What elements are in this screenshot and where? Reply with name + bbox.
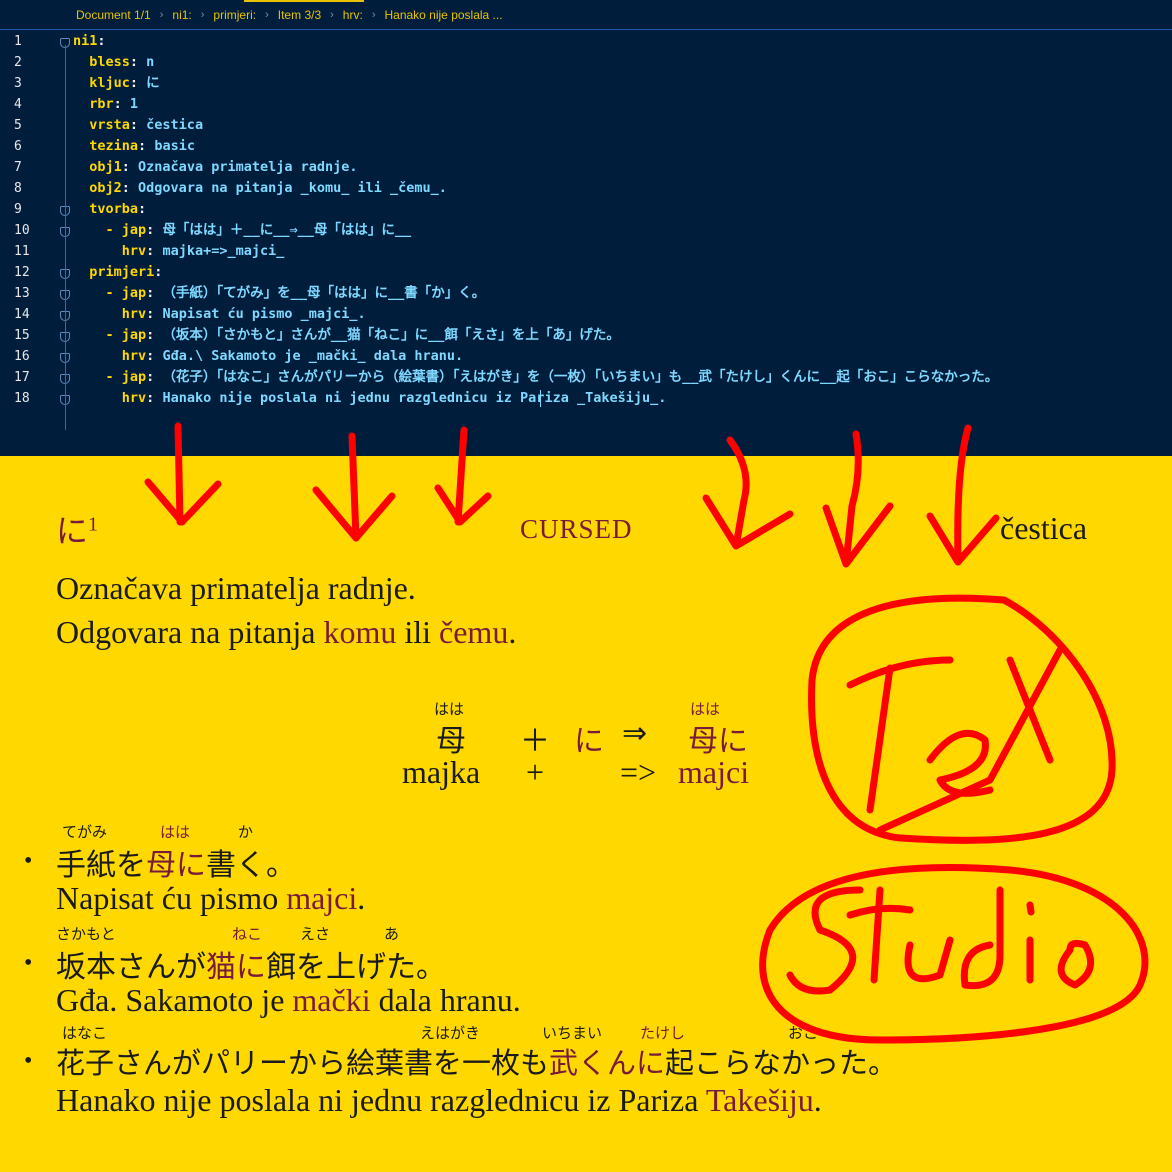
example-hr: Napisat ću pismo majci. xyxy=(56,880,366,916)
code-line[interactable]: rbr: 1 xyxy=(73,94,138,115)
code-line[interactable]: vrsta: čestica xyxy=(73,115,203,136)
code-line[interactable]: tezina: basic xyxy=(73,136,195,157)
definition-2: Odgovara na pitanja komu ili čemu. xyxy=(56,614,517,650)
bullet-icon: • xyxy=(24,1048,33,1074)
code-line[interactable]: - jap: 母「はは」＋__に__⇒__母「はは」に__ xyxy=(73,220,412,241)
pdf-preview: に1 CURSED čestica Označava primatelja ra… xyxy=(0,456,1172,1172)
formula-arrow: ⇒ xyxy=(622,716,648,751)
code-line[interactable]: tvorba: xyxy=(73,199,154,220)
ruby: ねこ xyxy=(232,925,263,943)
code-line[interactable]: hrv: Hanako nije poslala ni jednu razgle… xyxy=(73,388,667,409)
ruby: か xyxy=(238,823,254,841)
breadcrumb-hrv[interactable]: hrv: xyxy=(343,8,363,22)
formula-ni: に xyxy=(574,724,604,759)
line-number: 12 xyxy=(14,265,30,280)
breadcrumb-separator-icon: › xyxy=(200,8,205,21)
line-number: 16 xyxy=(14,349,30,364)
fold-guide xyxy=(65,45,66,430)
code-line[interactable]: - jap: （花子）「はなこ」さんがパリーから（絵葉書）「えはがき」を（一枚）… xyxy=(73,367,999,388)
breadcrumb-item[interactable]: Item 3/3 xyxy=(278,8,321,22)
bullet-icon: • xyxy=(24,950,33,976)
breadcrumb: Document 1/1 › ni1: › primjeri: › Item 3/3 ›… xyxy=(0,0,1172,30)
code-line[interactable]: primjeri: xyxy=(73,262,171,283)
example-jp: 坂本さんが猫に餌を上げた。 xyxy=(56,950,446,985)
breadcrumb-active-indicator xyxy=(244,0,364,2)
code-line[interactable]: hrv: majka+=>_majci_ xyxy=(73,241,285,262)
line-number: 18 xyxy=(14,391,30,406)
breadcrumb-separator-icon: › xyxy=(371,8,376,21)
text-cursor xyxy=(540,390,541,407)
line-number: 10 xyxy=(14,223,30,238)
example-jp: 手紙を母に書く。 xyxy=(56,848,296,883)
breadcrumb-primjeri[interactable]: primjeri: xyxy=(213,8,256,22)
formula-hr-arrow: => xyxy=(620,754,657,790)
formula-hr-plus: + xyxy=(526,754,545,790)
ruby: えさ xyxy=(300,925,331,943)
code-line[interactable]: obj1: Označava primatelja radnje. xyxy=(73,157,357,178)
code-line[interactable]: kljuc: に xyxy=(73,73,159,94)
breadcrumb-ni1[interactable]: ni1: xyxy=(172,8,191,22)
code-line[interactable]: obj2: Odgovara na pitanja _komu_ ili _če… xyxy=(73,178,447,199)
line-number: 7 xyxy=(14,160,22,175)
breadcrumb-separator-icon: › xyxy=(159,8,164,21)
line-number: 14 xyxy=(14,307,30,322)
breadcrumb-document[interactable]: Document 1/1 xyxy=(76,8,151,22)
line-number: 17 xyxy=(14,370,30,385)
code-line[interactable]: - jap: （坂本）「さかもと」さんが__猫「ねこ」に__餌「えさ」を上「あ」… xyxy=(73,325,620,346)
code-line[interactable]: hrv: Gđa.\ Sakamoto je _mački_ dala hran… xyxy=(73,346,463,367)
headword: に1 xyxy=(56,512,99,550)
example-jp: 花子さんがパリーから絵葉書を一枚も武くんに起こらなかった。 xyxy=(56,1046,898,1080)
definition-1: Označava primatelja radnje. xyxy=(56,570,416,606)
ruby: はは xyxy=(160,823,191,841)
code-line[interactable]: hrv: Napisat ću pismo _majci_. xyxy=(73,304,366,325)
code-line[interactable]: ni1: xyxy=(73,31,114,52)
formula-hr-result: majci xyxy=(678,754,750,790)
breadcrumb-separator-icon: › xyxy=(265,8,269,21)
example-hr: Gđa. Sakamoto je mački dala hranu. xyxy=(56,982,521,1018)
code-line[interactable]: - jap: （手紙）「てがみ」を__母「はは」に__書「か」く。 xyxy=(73,283,486,304)
line-number: 8 xyxy=(14,181,22,196)
ruby: てがみ xyxy=(62,823,108,841)
line-number: 1 xyxy=(14,34,22,49)
line-number: 2 xyxy=(14,55,22,70)
line-number: 3 xyxy=(14,76,22,91)
formula-hr-majka: majka xyxy=(402,754,481,790)
label-cursed: CURSED xyxy=(520,514,633,544)
ruby: あ xyxy=(384,925,400,943)
code-line[interactable]: bless: n xyxy=(73,52,154,73)
line-number: 15 xyxy=(14,328,30,343)
line-number: 4 xyxy=(14,97,22,112)
ruby: さかもと xyxy=(56,925,116,943)
line-number: 13 xyxy=(14,286,30,301)
line-number: 11 xyxy=(14,244,30,259)
breadcrumb-separator-icon: › xyxy=(330,8,334,21)
bullet-icon: • xyxy=(24,848,33,874)
code-editor[interactable]: Document 1/1 › ni1: › primjeri: › Item 3/3 ›… xyxy=(0,0,1172,456)
line-number: 5 xyxy=(14,118,22,133)
line-number: 9 xyxy=(14,202,22,217)
breadcrumb-value[interactable]: Hanako nije poslala ... xyxy=(384,8,502,22)
example-hr: Hanako nije poslala ni jednu razglednicu… xyxy=(56,1082,822,1118)
category-label: čestica xyxy=(1000,510,1088,546)
line-number: 6 xyxy=(14,139,22,154)
